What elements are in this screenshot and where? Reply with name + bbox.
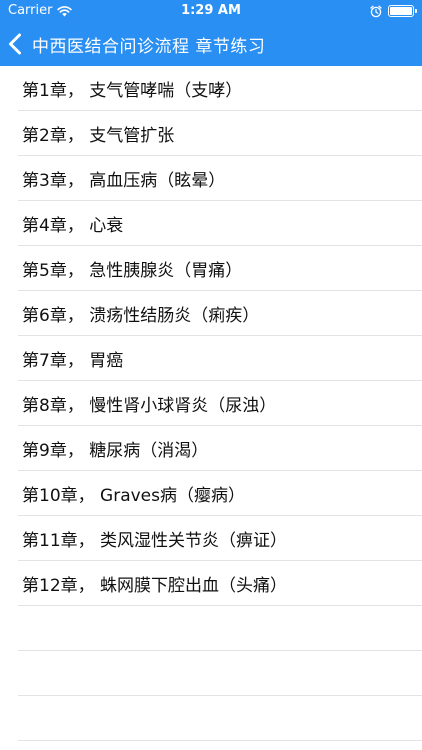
status-bar: Carrier 1:29 AM (0, 0, 422, 22)
chapter-label: 第7章， 胃癌 (22, 351, 124, 371)
chapter-row-11[interactable]: 第11章， 类风湿性关节炎（痹证） (0, 516, 422, 561)
chapter-label: 第9章， 糖尿病（消渴） (22, 441, 209, 461)
chapter-row-9[interactable]: 第9章， 糖尿病（消渴） (0, 426, 422, 471)
chapter-row-4[interactable]: 第4章， 心衰 (0, 201, 422, 246)
chapter-label: 第11章， 类风湿性关节炎（痹证） (22, 531, 288, 551)
chapter-row-10[interactable]: 第10章， Graves病（瘿病） (0, 471, 422, 516)
chapter-label: 第6章， 溃疡性结肠炎（痢疾） (22, 306, 260, 326)
chapter-row-3[interactable]: 第3章， 高血压病（眩晕） (0, 156, 422, 201)
chapter-label: 第1章， 支气管哮喘（支哮） (22, 81, 243, 101)
chapter-label: 第2章， 支气管扩张 (22, 126, 175, 146)
chevron-left-icon (9, 33, 21, 55)
status-right (370, 3, 417, 19)
chapter-label: 第8章， 慢性肾小球肾炎（尿浊） (22, 396, 277, 416)
chapter-row-7[interactable]: 第7章， 胃癌 (0, 336, 422, 381)
empty-row (0, 696, 422, 741)
chapter-label: 第3章， 高血压病（眩晕） (22, 171, 226, 191)
app-header: Carrier 1:29 AM 中西医结合问诊流程 章节练习 (0, 0, 422, 66)
status-time: 1:29 AM (181, 3, 241, 18)
chapter-label: 第4章， 心衰 (22, 216, 124, 236)
battery-icon (388, 5, 417, 17)
empty-row (0, 606, 422, 651)
chapter-row-5[interactable]: 第5章， 急性胰腺炎（胃痛） (0, 246, 422, 291)
battery-level (390, 7, 412, 15)
chapter-label: 第10章， Graves病（瘿病） (22, 486, 245, 506)
back-button[interactable]: 中西医结合问诊流程 章节练习 (8, 22, 265, 66)
battery-tip (415, 9, 417, 13)
chapter-row-12[interactable]: 第12章， 蛛网膜下腔出血（头痛） (0, 561, 422, 606)
chapter-row-1[interactable]: 第1章， 支气管哮喘（支哮） (0, 66, 422, 111)
chapter-row-2[interactable]: 第2章， 支气管扩张 (0, 111, 422, 156)
chapter-label: 第12章， 蛛网膜下腔出血（头痛） (22, 576, 288, 596)
chapter-list: 第1章， 支气管哮喘（支哮） 第2章， 支气管扩张 第3章， 高血压病（眩晕） … (0, 66, 422, 741)
empty-row (0, 651, 422, 696)
chapter-row-6[interactable]: 第6章， 溃疡性结肠炎（痢疾） (0, 291, 422, 336)
page-title: 中西医结合问诊流程 章节练习 (32, 36, 266, 57)
alarm-clock-icon (370, 5, 382, 17)
navigation-bar: 中西医结合问诊流程 章节练习 (0, 22, 422, 66)
chapter-row-8[interactable]: 第8章， 慢性肾小球肾炎（尿浊） (0, 381, 422, 426)
chapter-label: 第5章， 急性胰腺炎（胃痛） (22, 261, 243, 281)
